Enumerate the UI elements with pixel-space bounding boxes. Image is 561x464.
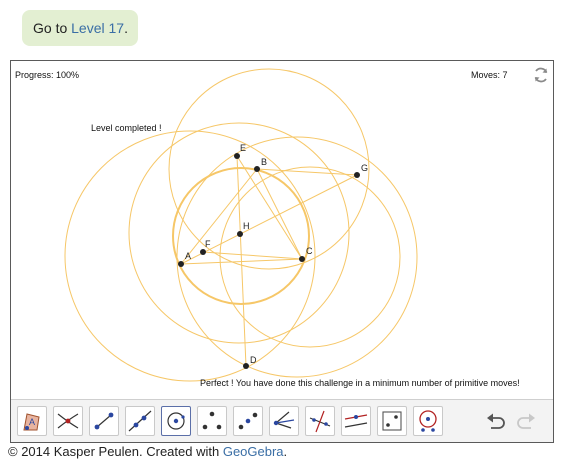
tool-square[interactable] xyxy=(377,406,407,436)
reset-icon[interactable] xyxy=(532,66,550,84)
undo-icon[interactable] xyxy=(485,412,507,432)
point-f[interactable] xyxy=(200,249,206,255)
construction-canvas[interactable]: A B C D E F G H xyxy=(11,61,553,399)
banner-prefix: Go to xyxy=(33,20,72,36)
point-d[interactable] xyxy=(243,363,249,369)
midpoint-tool-icon xyxy=(238,412,258,430)
tool-circle[interactable] xyxy=(161,406,191,436)
label-h: H xyxy=(243,221,250,231)
perfect-message: Perfect ! You have done this challenge i… xyxy=(200,378,520,388)
banner-suffix: . xyxy=(124,20,128,36)
tool-parallel-line[interactable] xyxy=(341,406,371,436)
point-a[interactable] xyxy=(178,261,184,267)
level-completed-message: Level completed ! xyxy=(91,123,162,133)
label-c: C xyxy=(306,246,313,256)
circle-b-c-g xyxy=(219,166,401,348)
circle-center-point-tool-icon xyxy=(419,410,437,432)
point-h[interactable] xyxy=(237,231,243,237)
tool-midpoint[interactable] xyxy=(233,406,263,436)
tool-angle-bisector[interactable] xyxy=(269,406,299,436)
circle-upper xyxy=(168,68,370,270)
square-tool-icon xyxy=(382,411,402,431)
label-g: G xyxy=(361,163,368,173)
intersect-tool-icon xyxy=(57,413,79,429)
geometry-applet: A B C D E F G H Progress: 100% Moves: 7 … xyxy=(10,60,554,443)
label-b: B xyxy=(261,157,267,167)
label-f: F xyxy=(205,239,211,249)
footer-suffix: . xyxy=(283,444,288,459)
tool-intersect[interactable] xyxy=(53,406,83,436)
tool-triangle[interactable] xyxy=(197,406,227,436)
footer-prefix: © 2014 Kasper Peulen. Created with xyxy=(8,444,223,459)
progress-text: Progress: 100% xyxy=(15,70,80,80)
tool-line[interactable] xyxy=(125,406,155,436)
next-level-link[interactable]: Level 17 xyxy=(71,20,124,36)
line-tool-icon xyxy=(128,410,152,432)
credits-footer: © 2014 Kasper Peulen. Created with GeoGe… xyxy=(8,444,287,459)
tool-circle-center-point[interactable] xyxy=(413,406,443,436)
circle-tool-icon xyxy=(167,412,185,430)
level-banner: Go to Level 17. xyxy=(22,10,138,46)
svg-text:A: A xyxy=(29,417,35,427)
triangle-tool-icon xyxy=(202,411,222,430)
label-a: A xyxy=(185,251,191,261)
move-tool-icon: A xyxy=(23,413,40,431)
angle-bisector-tool-icon xyxy=(273,411,295,429)
parallel-line-tool-icon xyxy=(344,414,368,428)
point-e[interactable] xyxy=(234,153,240,159)
point-b[interactable] xyxy=(254,166,260,172)
segment-tool-icon xyxy=(94,412,114,430)
tool-move[interactable]: A xyxy=(17,406,47,436)
redo-icon[interactable] xyxy=(515,412,537,432)
tool-segment[interactable] xyxy=(89,406,119,436)
segment-b-g xyxy=(256,168,358,176)
geogebra-link[interactable]: GeoGebra xyxy=(223,444,284,459)
point-g[interactable] xyxy=(354,172,360,178)
perpendicular-bisector-tool-icon xyxy=(309,410,331,433)
label-e: E xyxy=(240,143,246,153)
point-c[interactable] xyxy=(299,256,305,262)
label-d: D xyxy=(250,355,257,365)
moves-counter: Moves: 7 xyxy=(471,70,508,80)
segment-a-g xyxy=(180,174,358,265)
tool-perpendicular-bisector[interactable] xyxy=(305,406,335,436)
segment-a-b xyxy=(180,168,258,265)
toolbar: A xyxy=(11,399,553,442)
